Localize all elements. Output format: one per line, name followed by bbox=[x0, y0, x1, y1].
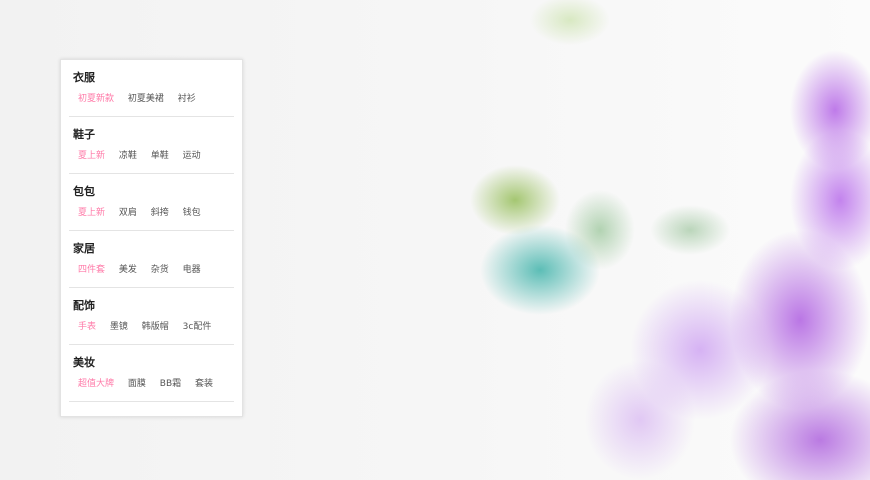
tag-link[interactable]: 斜挎 bbox=[151, 206, 169, 220]
category-tags: 四件套 美发 杂货 电器 bbox=[73, 263, 234, 277]
tag-link[interactable]: 面膜 bbox=[128, 377, 146, 391]
category-accessories: 配饰 手表 墨镜 韩版帽 3c配件 bbox=[69, 288, 234, 345]
category-shoes: 鞋子 夏上新 凉鞋 单鞋 运动 bbox=[69, 117, 234, 174]
category-bags: 包包 夏上新 双肩 斜挎 钱包 bbox=[69, 174, 234, 231]
tag-link[interactable]: 电器 bbox=[183, 263, 201, 277]
tag-link[interactable]: 超值大牌 bbox=[78, 377, 114, 391]
tag-link[interactable]: 初夏新款 bbox=[78, 92, 114, 106]
tag-link[interactable]: 杂货 bbox=[151, 263, 169, 277]
tag-link[interactable]: 3c配件 bbox=[183, 320, 212, 334]
tag-link[interactable]: 夏上新 bbox=[78, 206, 105, 220]
tag-link[interactable]: 套装 bbox=[195, 377, 213, 391]
tag-link[interactable]: 衬衫 bbox=[178, 92, 196, 106]
category-tags: 初夏新款 初夏美裙 衬衫 bbox=[73, 92, 234, 106]
tag-link[interactable]: 凉鞋 bbox=[119, 149, 137, 163]
tag-link[interactable]: 运动 bbox=[183, 149, 201, 163]
tag-link[interactable]: 手表 bbox=[78, 320, 96, 334]
tag-link[interactable]: 四件套 bbox=[78, 263, 105, 277]
category-tags: 夏上新 双肩 斜挎 钱包 bbox=[73, 206, 234, 220]
category-title[interactable]: 鞋子 bbox=[73, 117, 234, 142]
tag-link[interactable]: 夏上新 bbox=[78, 149, 105, 163]
category-tags: 超值大牌 面膜 BB霜 套装 bbox=[73, 377, 234, 391]
tag-link[interactable]: 双肩 bbox=[119, 206, 137, 220]
category-title[interactable]: 衣服 bbox=[73, 60, 234, 85]
category-title[interactable]: 配饰 bbox=[73, 288, 234, 313]
tag-link[interactable]: 钱包 bbox=[183, 206, 201, 220]
tag-link[interactable]: 单鞋 bbox=[151, 149, 169, 163]
category-home: 家居 四件套 美发 杂货 电器 bbox=[69, 231, 234, 288]
category-title[interactable]: 家居 bbox=[73, 231, 234, 256]
category-beauty: 美妆 超值大牌 面膜 BB霜 套装 bbox=[69, 345, 234, 402]
category-tags: 手表 墨镜 韩版帽 3c配件 bbox=[73, 320, 234, 334]
category-tags: 夏上新 凉鞋 单鞋 运动 bbox=[73, 149, 234, 163]
tag-link[interactable]: 美发 bbox=[119, 263, 137, 277]
category-clothing: 衣服 初夏新款 初夏美裙 衬衫 bbox=[69, 60, 234, 117]
category-title[interactable]: 包包 bbox=[73, 174, 234, 199]
category-title[interactable]: 美妆 bbox=[73, 345, 234, 370]
tag-link[interactable]: 韩版帽 bbox=[142, 320, 169, 334]
category-menu: 衣服 初夏新款 初夏美裙 衬衫 鞋子 夏上新 凉鞋 单鞋 运动 包包 夏上新 双… bbox=[60, 59, 243, 417]
tag-link[interactable]: 墨镜 bbox=[110, 320, 128, 334]
tag-link[interactable]: 初夏美裙 bbox=[128, 92, 164, 106]
tag-link[interactable]: BB霜 bbox=[160, 377, 181, 391]
